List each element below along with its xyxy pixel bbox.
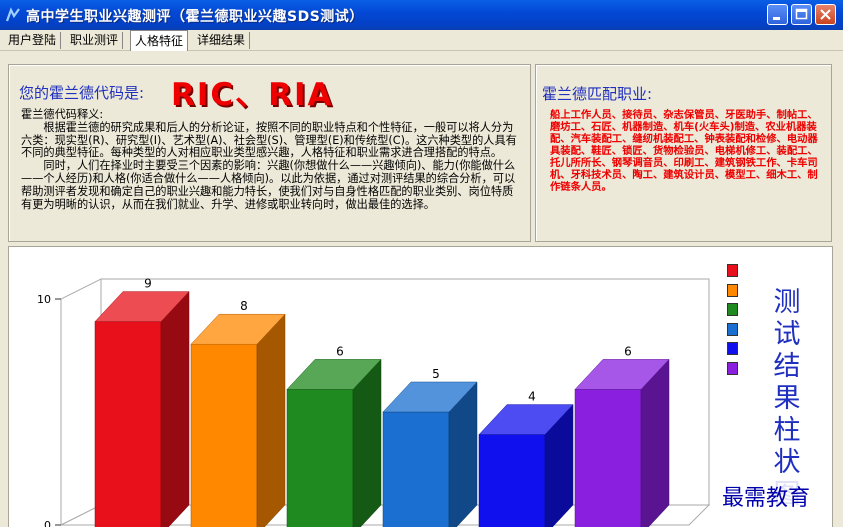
- bar-front-E: [478, 434, 546, 527]
- maximize-button[interactable]: [791, 4, 812, 25]
- watermark-text: 最需教育: [722, 480, 811, 512]
- minimize-icon: [773, 17, 780, 20]
- tab-login[interactable]: 用户登陆: [4, 32, 62, 49]
- bar-value-label-R: 9: [144, 277, 152, 291]
- bar-value-label-I: 8: [240, 299, 248, 313]
- holland-code-label: 您的霍兰德代码是:: [19, 84, 145, 102]
- holland-code-panel: 您的霍兰德代码是: RIC、RIA 霍兰德代码释义: 根据霍兰德的研究成果和后人…: [8, 64, 531, 242]
- bar-front-S: [382, 411, 450, 527]
- legend-swatch-I: [727, 283, 738, 297]
- bar-side-R: [160, 290, 190, 527]
- matching-careers-panel: 霍兰德匹配职业: 船上工作人员、接待员、杂志保管员、牙医助手、制帖工、磨坊工、石…: [535, 64, 832, 242]
- bar-chart: 010986546: [37, 277, 711, 527]
- bar-value-label-A: 6: [336, 344, 344, 358]
- legend-swatch-C: [727, 361, 738, 375]
- close-button[interactable]: [815, 4, 836, 25]
- holland-code-value: RIC、RIA: [171, 77, 334, 113]
- bar-front-I: [190, 343, 258, 527]
- legend-swatch-S: [727, 322, 738, 336]
- close-icon: [820, 9, 831, 20]
- bar-value-label-E: 4: [528, 390, 536, 404]
- minimize-button[interactable]: [767, 4, 788, 25]
- tab-assessment[interactable]: 职业测评: [66, 32, 124, 49]
- maximize-icon: [795, 8, 808, 20]
- description-heading: 霍兰德代码释义:: [21, 108, 104, 121]
- app-icon: [5, 7, 20, 22]
- description-paragraph-1: 根据霍兰德的研究成果和后人的分析论证，按照不同的职业特点和个性特征，一般可以将人…: [21, 120, 517, 160]
- bar-value-label-S: 5: [432, 367, 440, 381]
- matching-careers-title: 霍兰德匹配职业:: [542, 85, 653, 103]
- chart-vertical-title: 测试结果柱状图: [773, 287, 801, 510]
- matching-careers-list: 船上工作人员、接待员、杂志保管员、牙医助手、制帖工、磨坊工、石匠、机器制造、机车…: [550, 109, 818, 193]
- legend-swatch-A: [727, 303, 738, 316]
- tab-detailed-results[interactable]: 详细结果: [193, 32, 251, 49]
- bar-side-I: [256, 313, 286, 527]
- legend-swatch-E: [727, 342, 738, 355]
- legend-swatch-R: [727, 264, 738, 277]
- title-bar: 高中学生职业兴趣测评（霍兰德职业兴趣SDS测试）: [0, 0, 843, 30]
- window-title: 高中学生职业兴趣测评（霍兰德职业兴趣SDS测试）: [26, 9, 364, 25]
- y-tick-label-1: 10: [37, 293, 51, 306]
- description-paragraph-2: 同时，人们在择业时主要受三个因素的影响：兴趣(你想做什么——兴趣倾向)、能力(你…: [21, 159, 516, 211]
- result-chart-panel: 010986546 测试结果柱状图: [8, 246, 833, 527]
- bar-front-A: [286, 389, 354, 527]
- bar-value-label-C: 6: [624, 344, 632, 358]
- tab-personality[interactable]: 人格特征: [130, 30, 189, 51]
- bar-front-C: [574, 389, 642, 527]
- tab-bar: 用户登陆 职业测评 人格特征 详细结果: [0, 30, 843, 51]
- holland-code-description: 霍兰德代码释义: 根据霍兰德的研究成果和后人的分析论证，按照不同的职业特点和个性…: [21, 108, 521, 211]
- bar-front-R: [94, 321, 162, 527]
